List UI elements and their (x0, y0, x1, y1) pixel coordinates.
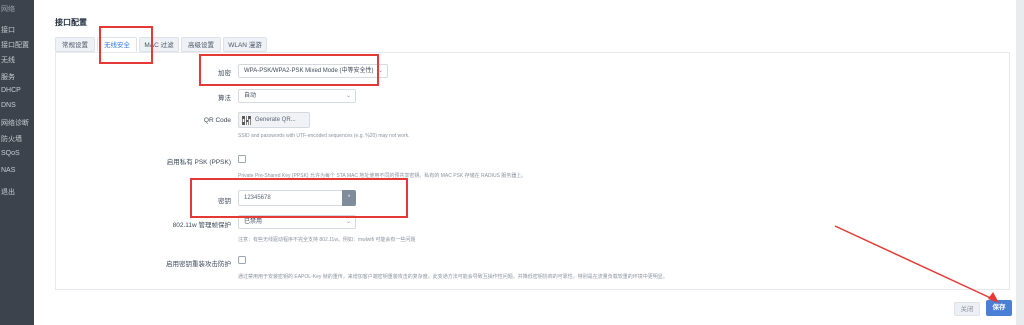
annotation-arrow (834, 225, 999, 303)
